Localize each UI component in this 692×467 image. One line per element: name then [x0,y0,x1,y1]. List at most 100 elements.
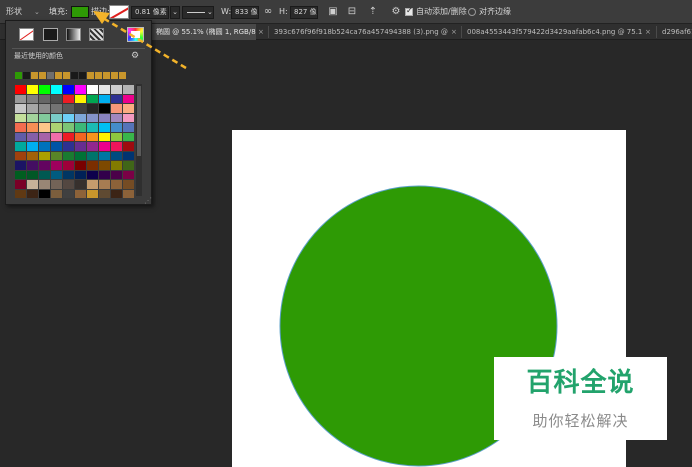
popup-scrollbar[interactable] [136,84,142,196]
color-swatch[interactable] [51,85,62,94]
color-swatch[interactable] [63,123,74,132]
recent-color-swatch[interactable] [55,72,62,79]
color-swatch[interactable] [39,151,50,160]
recent-color-swatch[interactable] [87,72,94,79]
color-swatch[interactable] [39,94,50,103]
color-swatch[interactable] [123,142,134,151]
color-swatch[interactable] [63,161,74,170]
color-swatch[interactable] [111,94,122,103]
color-swatch[interactable] [63,132,74,141]
color-swatch[interactable] [111,132,122,141]
color-swatch[interactable] [123,161,134,170]
color-swatch[interactable] [87,180,98,189]
color-swatch[interactable] [39,180,50,189]
color-swatch[interactable] [99,132,110,141]
color-swatch[interactable] [123,123,134,132]
color-swatch[interactable] [87,123,98,132]
stroke-width-field[interactable]: 0.81 像素 [131,6,169,19]
color-swatch[interactable] [123,170,134,179]
color-swatch[interactable] [99,180,110,189]
color-swatch[interactable] [99,94,110,103]
color-swatch[interactable] [111,85,122,94]
color-swatch[interactable] [27,180,38,189]
recent-color-swatch[interactable] [79,72,86,79]
color-swatch[interactable] [51,104,62,113]
color-swatch[interactable] [63,170,74,179]
color-swatch[interactable] [39,104,50,113]
close-icon[interactable]: × [451,24,457,40]
color-swatch[interactable] [27,170,38,179]
align-edges-checkbox[interactable] [468,8,476,16]
height-field[interactable]: 827 像 [290,6,318,19]
solid-color-icon[interactable] [43,28,58,41]
color-swatch[interactable] [123,104,134,113]
color-swatch[interactable] [75,85,86,94]
color-swatch[interactable] [51,189,62,198]
no-color-icon[interactable] [19,28,34,41]
color-swatch[interactable] [111,161,122,170]
color-swatch[interactable] [75,180,86,189]
color-swatch[interactable] [27,94,38,103]
color-swatch[interactable] [75,189,86,198]
color-swatch[interactable] [123,94,134,103]
color-swatch[interactable] [39,132,50,141]
color-swatch[interactable] [27,113,38,122]
color-swatch[interactable] [99,85,110,94]
link-icon[interactable]: ∞ [261,5,275,19]
color-swatch[interactable] [63,85,74,94]
color-swatch[interactable] [51,132,62,141]
recent-color-swatch[interactable] [95,72,102,79]
recent-color-swatch[interactable] [47,72,54,79]
color-swatch[interactable] [123,180,134,189]
color-swatch[interactable] [87,113,98,122]
color-swatch[interactable] [111,189,122,198]
color-swatch[interactable] [51,142,62,151]
color-swatch[interactable] [87,132,98,141]
color-swatch[interactable] [111,170,122,179]
color-swatch[interactable] [51,161,62,170]
color-swatch[interactable] [15,132,26,141]
color-swatch[interactable] [87,189,98,198]
color-swatch[interactable] [99,123,110,132]
color-swatch[interactable] [39,161,50,170]
color-swatch[interactable] [39,85,50,94]
color-swatch[interactable] [63,151,74,160]
stroke-swatch[interactable] [109,5,129,19]
recent-color-swatch[interactable] [39,72,46,79]
color-swatch[interactable] [123,189,134,198]
gear-icon[interactable]: ⚙ [389,5,403,19]
width-field[interactable]: 833 像 [231,6,259,19]
color-swatch[interactable] [27,151,38,160]
color-swatch[interactable] [111,123,122,132]
stroke-width-dropdown[interactable]: ⌄ [170,6,180,19]
gear-icon[interactable]: ⚙ [131,50,139,62]
color-swatch[interactable] [75,132,86,141]
tab-ellipse-document[interactable]: 椭圆 @ 55.1% (椭圆 1, RGB/8#) * [152,24,256,40]
color-swatch[interactable] [75,104,86,113]
color-swatch[interactable] [111,151,122,160]
path-operations-icon[interactable]: ▣ [326,5,340,19]
color-swatch[interactable] [39,189,50,198]
color-swatch[interactable] [51,170,62,179]
color-swatch[interactable] [51,123,62,132]
color-swatch[interactable] [87,85,98,94]
color-swatch[interactable] [39,113,50,122]
color-swatch[interactable] [51,94,62,103]
color-swatch[interactable] [87,94,98,103]
color-swatch[interactable] [15,113,26,122]
color-swatch[interactable] [63,189,74,198]
color-swatch[interactable] [27,85,38,94]
color-swatch[interactable] [99,113,110,122]
color-swatch[interactable] [15,94,26,103]
recent-color-swatch[interactable] [111,72,118,79]
scrollbar-thumb[interactable] [137,86,141,156]
tab-document-4[interactable]: d296af61 [658,24,692,40]
color-swatch[interactable] [87,161,98,170]
color-swatch[interactable] [15,170,26,179]
color-swatch[interactable] [75,142,86,151]
color-swatch[interactable] [27,132,38,141]
color-swatch[interactable] [75,123,86,132]
color-swatch[interactable] [75,113,86,122]
auto-add-delete-checkbox[interactable] [405,6,413,16]
color-swatch[interactable] [87,142,98,151]
